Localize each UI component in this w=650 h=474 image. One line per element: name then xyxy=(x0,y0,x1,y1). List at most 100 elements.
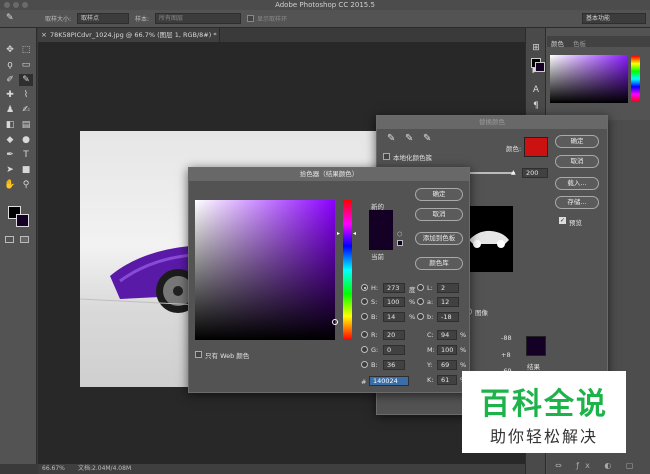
document-tab[interactable]: × 78K58PICdvr_1024.jpg @ 66.7% (图层 1, RG… xyxy=(38,28,220,42)
green-radio[interactable] xyxy=(361,346,368,353)
show-ring-checkbox[interactable] xyxy=(247,15,254,22)
type-tool-icon[interactable]: T xyxy=(19,149,33,161)
tab-color[interactable]: 颜色 xyxy=(551,38,564,48)
history-brush-icon[interactable]: ✍ xyxy=(19,104,33,116)
color-field-mini[interactable] xyxy=(550,55,628,103)
background-color-swatch[interactable] xyxy=(16,214,29,227)
lab-l-input[interactable]: 2 xyxy=(437,283,459,293)
color-field-marker[interactable] xyxy=(332,319,338,325)
brightness-input[interactable]: 14 xyxy=(383,312,405,322)
zoom-tool-icon[interactable]: ⚲ xyxy=(19,179,33,191)
replace-cancel-button[interactable]: 取消 xyxy=(555,155,599,168)
fuzziness-slider[interactable] xyxy=(463,172,515,174)
eyedropper-icon[interactable]: ✎ xyxy=(387,133,395,144)
blue-radio[interactable] xyxy=(361,361,368,368)
cyan-input[interactable]: 94 xyxy=(437,330,457,340)
path-select-tool-icon[interactable]: ➤ xyxy=(3,164,17,176)
web-colors-checkbox[interactable] xyxy=(195,351,202,358)
picker-ok-button[interactable]: 确定 xyxy=(415,188,463,201)
picker-cancel-button[interactable]: 取消 xyxy=(415,208,463,221)
doc-size-readout: 文档:2.04M/4.08M xyxy=(78,465,132,472)
eraser-tool-icon[interactable]: ◧ xyxy=(3,119,17,131)
hue-unit: 度 xyxy=(409,286,416,294)
yellow-input[interactable]: 69 xyxy=(437,360,457,370)
cyan-unit: % xyxy=(460,331,467,339)
lab-a-radio[interactable] xyxy=(417,298,424,305)
green-input[interactable]: 0 xyxy=(383,345,405,355)
shape-tool-icon[interactable]: ■ xyxy=(19,164,33,176)
sample-size-select[interactable]: 取样点 xyxy=(77,13,129,24)
workspace-select[interactable]: 基本功能 xyxy=(582,13,646,24)
pen-tool-icon[interactable]: ✒ xyxy=(3,149,17,161)
red-input[interactable]: 20 xyxy=(383,330,405,340)
red-radio[interactable] xyxy=(361,331,368,338)
hue-radio[interactable] xyxy=(361,284,368,291)
preview-checkbox[interactable]: ✓ xyxy=(559,217,566,224)
result-color-swatch[interactable] xyxy=(526,336,546,356)
lasso-tool-icon[interactable]: ϙ xyxy=(3,59,17,71)
move-tool-icon[interactable]: ✥ xyxy=(3,44,17,56)
brush-tool-icon[interactable]: ⌇ xyxy=(19,89,33,101)
eyedropper-tool-icon[interactable]: ✎ xyxy=(19,74,33,86)
add-to-swatches-button[interactable]: 添加到色板 xyxy=(415,232,463,245)
character-panel-icon[interactable]: A xyxy=(529,84,543,96)
brightness-radio[interactable] xyxy=(361,313,368,320)
eyedropper-preset-icon[interactable]: ✎ xyxy=(6,13,14,23)
lab-b-radio[interactable] xyxy=(417,313,424,320)
web-safe-swatch[interactable] xyxy=(397,240,403,246)
panel-bg-swatch[interactable] xyxy=(535,62,545,72)
cube-warning-icon[interactable]: ⬡ xyxy=(397,231,402,238)
saturation-input[interactable]: 100 xyxy=(383,297,405,307)
dodge-tool-icon[interactable]: ● xyxy=(19,134,33,146)
watermark-title: 百科全说 xyxy=(480,387,608,422)
replace-load-button[interactable]: 载入... xyxy=(555,177,599,190)
fuzziness-input[interactable]: 200 xyxy=(522,168,548,178)
saturation-value[interactable]: +8 xyxy=(501,351,511,359)
blue-input[interactable]: 36 xyxy=(383,360,405,370)
zoom-readout[interactable]: 66.67% xyxy=(42,464,65,474)
hand-tool-icon[interactable]: ✋ xyxy=(3,179,17,191)
black-input[interactable]: 61 xyxy=(437,375,457,385)
healing-tool-icon[interactable]: ✚ xyxy=(3,89,17,101)
hue-arrow-left-icon[interactable]: ▸ xyxy=(337,230,340,237)
hex-input[interactable]: 140024 xyxy=(369,376,409,386)
magenta-input[interactable]: 100 xyxy=(437,345,457,355)
color-libraries-button[interactable]: 颜色库 xyxy=(415,257,463,270)
artboard-tool-icon[interactable]: ⬚ xyxy=(19,44,33,56)
hue-value[interactable]: -88 xyxy=(501,334,512,342)
replace-save-button[interactable]: 存储... xyxy=(555,196,599,209)
lab-a-label: a: xyxy=(427,298,434,306)
blur-tool-icon[interactable]: ◆ xyxy=(3,134,17,146)
lab-l-radio[interactable] xyxy=(417,284,424,291)
hue-strip-mini[interactable] xyxy=(631,56,640,102)
quick-mask-icon[interactable] xyxy=(5,236,14,243)
brightness-unit: % xyxy=(409,313,416,321)
marquee-tool-icon[interactable]: ▭ xyxy=(19,59,33,71)
current-color-swatch[interactable] xyxy=(369,230,393,250)
hue-slider[interactable] xyxy=(343,200,352,340)
paragraph-panel-icon[interactable]: ¶ xyxy=(529,100,543,112)
layers-footer-icons[interactable]: ⇔ ƒx ◐ ▢ ⊕ 🗑 xyxy=(547,458,650,474)
replace-ok-button[interactable]: 确定 xyxy=(555,135,599,148)
hue-arrow-right-icon[interactable]: ◂ xyxy=(353,230,356,237)
eyedropper-minus-icon[interactable]: ✎ xyxy=(423,133,431,144)
eyedropper-plus-icon[interactable]: ✎ xyxy=(405,133,413,144)
history-panel-icon[interactable]: ⊞ xyxy=(529,42,543,54)
hue-input[interactable]: 273 xyxy=(383,283,405,293)
quick-select-tool-icon[interactable]: ✐ xyxy=(3,74,17,86)
saturation-radio[interactable] xyxy=(361,298,368,305)
fuzziness-handle-icon[interactable]: ▲ xyxy=(511,169,516,176)
selection-preview xyxy=(465,206,513,272)
replace-color-swatch[interactable] xyxy=(524,137,548,157)
screen-mode-icon[interactable] xyxy=(20,236,29,243)
tab-close-icon[interactable]: × xyxy=(41,28,47,42)
color-field[interactable] xyxy=(195,200,338,340)
stamp-tool-icon[interactable]: ♟ xyxy=(3,104,17,116)
gradient-tool-icon[interactable]: ▤ xyxy=(19,119,33,131)
lab-a-input[interactable]: 12 xyxy=(437,297,459,307)
sample-select[interactable]: 所有图层 xyxy=(155,13,241,24)
saturation-unit: % xyxy=(409,298,416,306)
tab-swatches[interactable]: 色板 xyxy=(573,38,586,48)
lab-b-input[interactable]: -18 xyxy=(437,312,459,322)
localized-clusters-checkbox[interactable] xyxy=(383,153,390,160)
